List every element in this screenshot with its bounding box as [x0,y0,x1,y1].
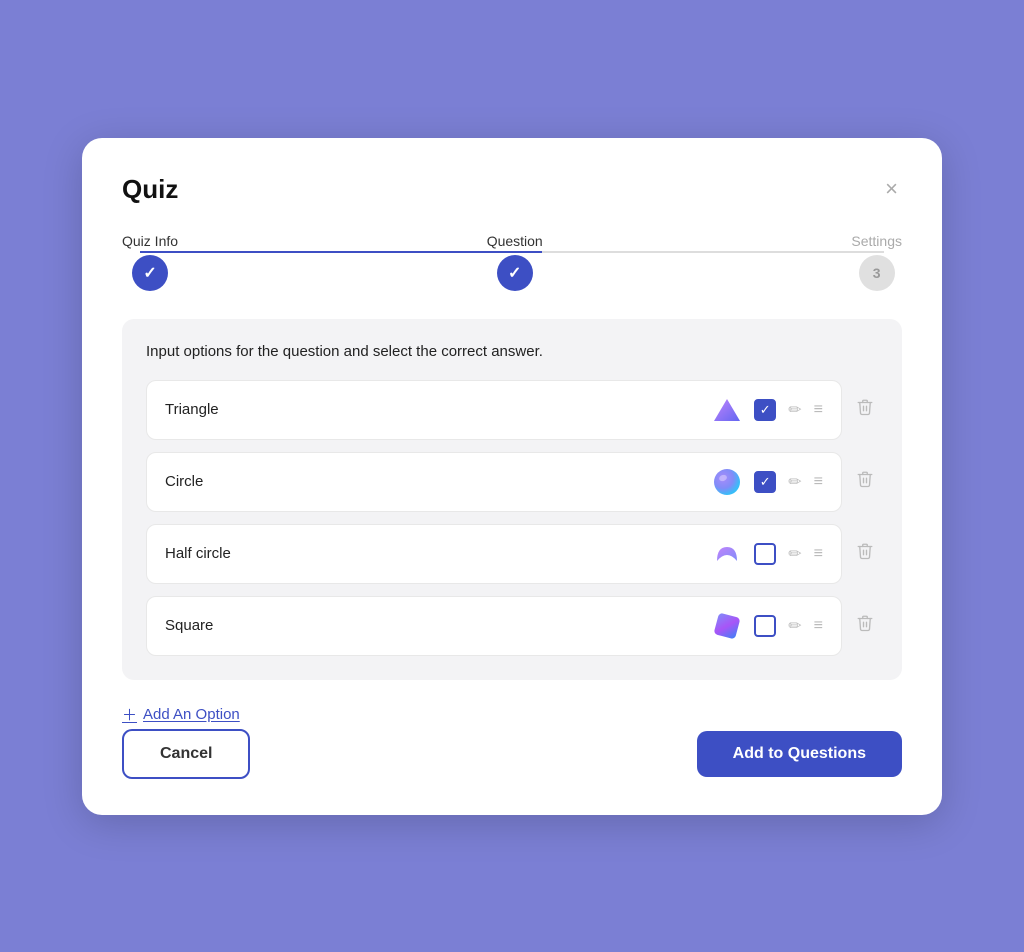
delete-button-circle[interactable] [852,466,878,497]
checkbox-square[interactable] [754,615,776,637]
halfcircle-shape-icon [712,539,742,569]
step-question: Question [487,233,543,291]
step-quiz-info-label: Quiz Info [122,233,178,249]
options-list: Triangle [146,380,878,656]
menu-icon-circle[interactable]: ≡ [814,473,823,491]
modal-title: Quiz [122,174,178,205]
add-option-row: ＋ Add An Option [122,704,902,725]
triangle-shape-icon [712,395,742,425]
option-actions-square: ✏ ≡ [712,611,823,641]
add-option-button[interactable]: ＋ Add An Option [122,704,240,725]
modal-header: Quiz × [122,174,902,205]
step-settings-label: Settings [851,233,902,249]
option-text-halfcircle: Half circle [165,545,231,562]
step-settings-circle: 3 [859,255,895,291]
option-card-circle: Circle [146,452,842,512]
close-button[interactable]: × [881,174,902,204]
submit-button[interactable]: Add to Questions [697,731,902,777]
cancel-button[interactable]: Cancel [122,729,250,779]
option-text-square: Square [165,617,213,634]
circle-shape-icon [712,467,742,497]
stepper-track-fill [140,251,542,253]
option-row-halfcircle: Half circle [146,524,878,584]
menu-icon-halfcircle[interactable]: ≡ [814,545,823,563]
quiz-modal: Quiz × Quiz Info Question Settings 3 Inp… [82,138,942,815]
option-card-triangle: Triangle [146,380,842,440]
step-quiz-info-circle [132,255,168,291]
delete-button-halfcircle[interactable] [852,538,878,569]
option-actions-triangle: ✏ ≡ [712,395,823,425]
square-shape-icon [712,611,742,641]
step-quiz-info: Quiz Info [122,233,178,291]
instruction-text: Input options for the question and selec… [146,343,878,360]
edit-icon-circle[interactable]: ✏ [788,472,801,492]
option-card-square: Square [146,596,842,656]
plus-icon: ＋ [122,704,137,725]
delete-button-square[interactable] [852,610,878,641]
delete-button-triangle[interactable] [852,394,878,425]
content-area: Input options for the question and selec… [122,319,902,680]
option-actions-circle: ✏ ≡ [712,467,823,497]
step-settings: Settings 3 [851,233,902,291]
edit-icon-triangle[interactable]: ✏ [788,400,801,420]
option-row-square: Square [146,596,878,656]
checkbox-circle[interactable] [754,471,776,493]
option-card-halfcircle: Half circle [146,524,842,584]
add-option-label: Add An Option [143,706,240,723]
modal-footer: Cancel Add to Questions [122,725,902,779]
menu-icon-square[interactable]: ≡ [814,617,823,635]
edit-icon-halfcircle[interactable]: ✏ [788,544,801,564]
checkbox-triangle[interactable] [754,399,776,421]
edit-icon-square[interactable]: ✏ [788,616,801,636]
option-text-circle: Circle [165,473,203,490]
step-question-circle [497,255,533,291]
option-actions-halfcircle: ✏ ≡ [712,539,823,569]
step-question-label: Question [487,233,543,249]
option-row-circle: Circle [146,452,878,512]
option-row-triangle: Triangle [146,380,878,440]
option-text-triangle: Triangle [165,401,219,418]
menu-icon-triangle[interactable]: ≡ [814,401,823,419]
stepper: Quiz Info Question Settings 3 [122,233,902,291]
checkbox-halfcircle[interactable] [754,543,776,565]
